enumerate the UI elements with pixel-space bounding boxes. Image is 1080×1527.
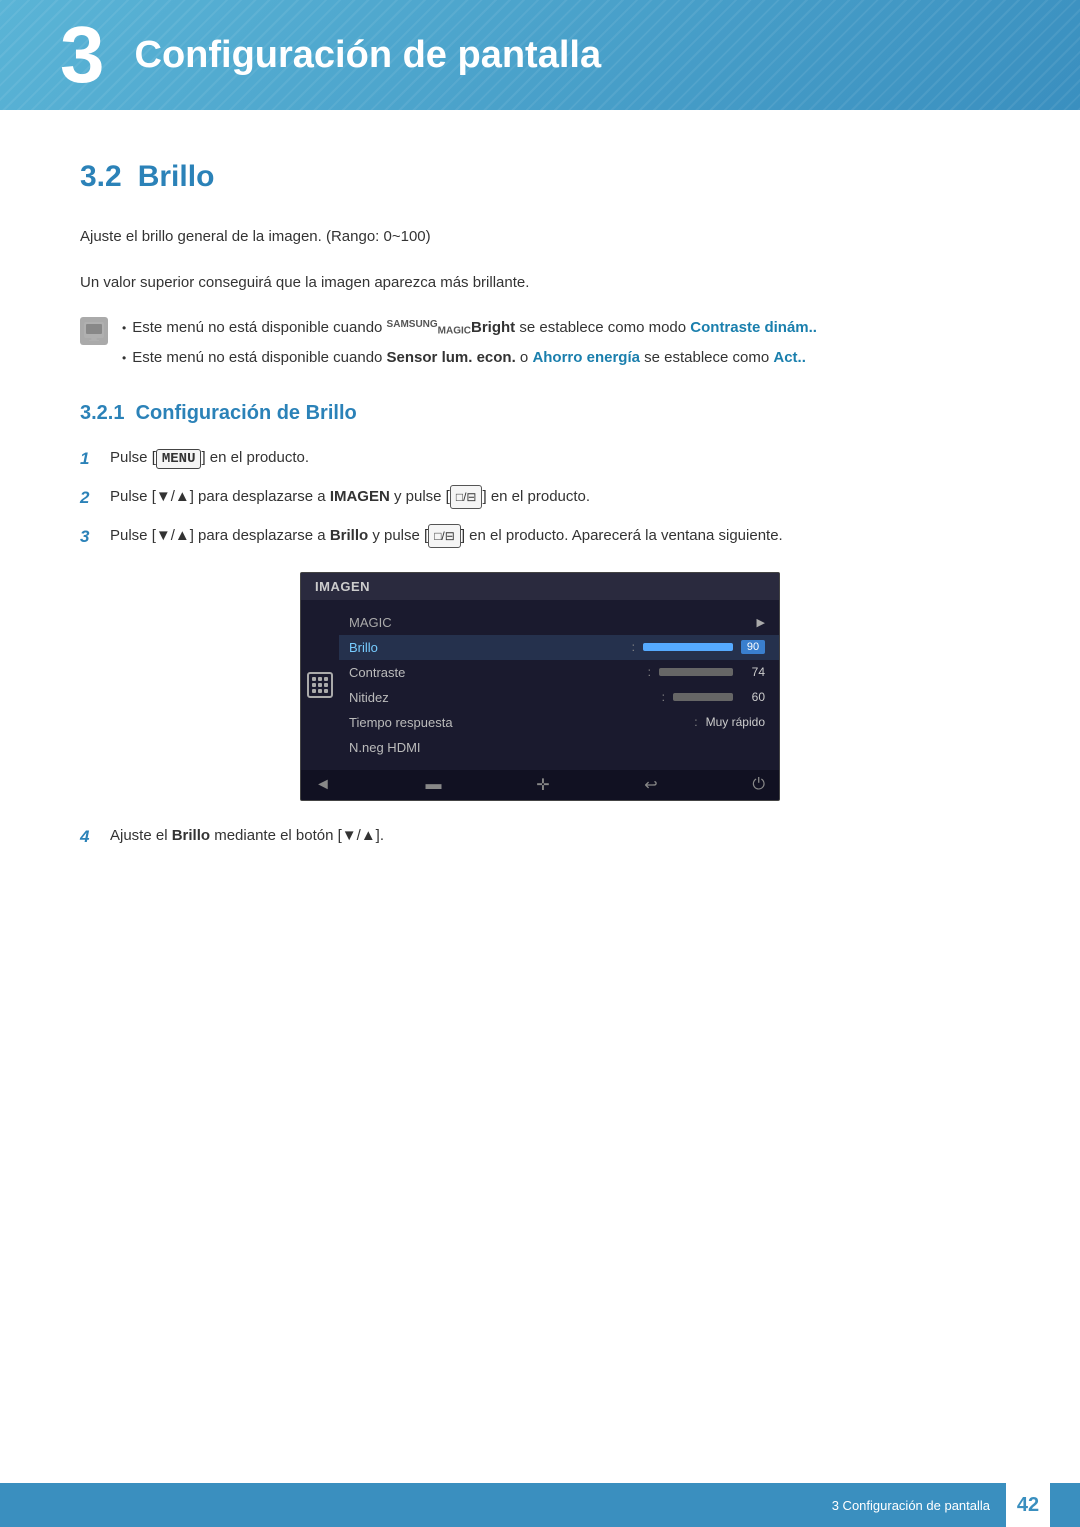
menu-item-contraste: Contraste : 74 (339, 660, 779, 685)
note-block: • Este menú no está disponible cuando SA… (80, 315, 1000, 374)
step-text-1: Pulse [MENU] en el producto. (110, 445, 1000, 472)
step-text-2: Pulse [▼/▲] para desplazarse a IMAGEN y … (110, 484, 1000, 510)
magic-arrow-icon: ▶ (757, 616, 765, 629)
nitidez-bar (673, 693, 733, 701)
footer-icon-power: ⏻ (752, 776, 765, 794)
contraste-colon: : (648, 665, 651, 679)
contraste-bar-container (659, 668, 733, 676)
menu-body: MAGIC ▶ Brillo : 9 (301, 600, 779, 770)
footer-icon-left: ◄ (315, 776, 331, 794)
menu-screenshot: IMAGEN (300, 572, 780, 801)
menu-label-nneg: N.neg HDMI (349, 740, 421, 755)
step-3: 3 Pulse [▼/▲] para desplazarse a Brillo … (80, 523, 1000, 552)
section-heading: Brillo (138, 160, 215, 194)
menu-item-magic: MAGIC ▶ (339, 610, 779, 635)
brillo-value: 90 (741, 640, 765, 654)
desc-text-2: Un valor superior conseguirá que la imag… (80, 270, 1000, 296)
footer-chapter-text: 3 Configuración de pantalla (832, 1498, 990, 1513)
step-text-3: Pulse [▼/▲] para desplazarse a Brillo y … (110, 523, 1000, 549)
menu-item-tiempo: Tiempo respuesta : Muy rápido (339, 710, 779, 735)
step-text-4: Ajuste el Brillo mediante el botón [▼/▲]… (110, 823, 1000, 849)
menu-item-tiempo-left: Tiempo respuesta (349, 715, 453, 730)
description-2: Un valor superior conseguirá que la imag… (80, 270, 1000, 296)
nitidez-bar-container (673, 693, 733, 701)
nitidez-colon: : (662, 690, 665, 704)
chapter-title: Configuración de pantalla (135, 34, 602, 77)
chapter-number: 3 (60, 15, 105, 95)
contraste-value: 74 (741, 665, 765, 679)
menu-item-brillo-right: : 90 (632, 640, 765, 654)
step-2: 2 Pulse [▼/▲] para desplazarse a IMAGEN … (80, 484, 1000, 513)
menu-label-nitidez: Nitidez (349, 690, 389, 705)
page-header: 3 Configuración de pantalla (0, 0, 1080, 110)
menu-item-brillo: Brillo : 90 (339, 635, 779, 660)
menu-label-magic: MAGIC (349, 615, 392, 630)
sidebar-icon (307, 672, 333, 698)
description-1: Ajuste el brillo general de la imagen. (… (80, 224, 1000, 250)
footer-icon-enter: ↩ (644, 775, 657, 795)
menu-label-tiempo: Tiempo respuesta (349, 715, 453, 730)
sidebar-icon-grid (312, 677, 328, 693)
menu-item-nitidez-left: Nitidez (349, 690, 389, 705)
menu-screenshot-header: IMAGEN (301, 573, 779, 600)
menu-item-nneg: N.neg HDMI (339, 735, 779, 760)
menu-item-tiempo-right: : Muy rápido (694, 715, 765, 729)
menu-sidebar (301, 606, 339, 764)
page-footer: 3 Configuración de pantalla 42 (0, 1483, 1080, 1527)
menu-item-magic-right: ▶ (757, 616, 765, 629)
subsection-number: 3.2.1 (80, 402, 124, 424)
note-icon (80, 317, 108, 345)
menu-footer: ◄ ▬ ✛ ↩ ⏻ (301, 770, 779, 800)
note-text-2: Este menú no está disponible cuando Sens… (132, 345, 806, 371)
menu-item-nneg-left: N.neg HDMI (349, 740, 421, 755)
menu-item-contraste-left: Contraste (349, 665, 405, 680)
menu-item-nitidez-right: : 60 (662, 690, 765, 704)
menu-item-contraste-right: : 74 (648, 665, 765, 679)
step-number-1: 1 (80, 445, 98, 474)
note-line-2: • Este menú no está disponible cuando Se… (122, 345, 1000, 371)
subsection-title: 3.2.1 Configuración de Brillo (80, 402, 1000, 425)
note-icon-svg (83, 321, 105, 341)
step-4: 4 Ajuste el Brillo mediante el botón [▼/… (80, 823, 1000, 852)
step-number-2: 2 (80, 484, 98, 513)
menu-items-list: MAGIC ▶ Brillo : 9 (339, 606, 779, 764)
icon-btn-2: □/⊟ (450, 485, 483, 509)
step-number-3: 3 (80, 523, 98, 552)
bullet-2: • (122, 348, 126, 368)
menu-item-magic-left: MAGIC (349, 615, 392, 630)
note-line-1: • Este menú no está disponible cuando SA… (122, 315, 1000, 341)
steps-list: 1 Pulse [MENU] en el producto. 2 Pulse [… (80, 445, 1000, 552)
brillo-colon: : (632, 640, 635, 654)
menu-label-brillo: Brillo (349, 640, 378, 655)
footer-icon-plus: ✛ (536, 775, 549, 795)
bullet-1: • (122, 318, 126, 338)
footer-page-number: 42 (1006, 1483, 1050, 1527)
tiempo-colon: : (694, 715, 697, 729)
footer-icon-minus: ▬ (426, 776, 442, 794)
section-title: 3.2 Brillo (80, 160, 1000, 194)
note-lines: • Este menú no está disponible cuando SA… (122, 315, 1000, 374)
contraste-bar (659, 668, 733, 676)
main-content: 3.2 Brillo Ajuste el brillo general de l… (0, 110, 1080, 942)
menu-kbd: MENU (156, 449, 202, 469)
menu-item-nitidez: Nitidez : 60 (339, 685, 779, 710)
menu-item-brillo-left: Brillo (349, 640, 378, 655)
nitidez-value: 60 (741, 690, 765, 704)
desc-text-1: Ajuste el brillo general de la imagen. (… (80, 224, 1000, 250)
step-number-4: 4 (80, 823, 98, 852)
brillo-bar-container (643, 643, 733, 651)
subsection-heading: Configuración de Brillo (136, 402, 357, 424)
tiempo-value: Muy rápido (706, 715, 765, 729)
icon-btn-3: □/⊟ (428, 524, 461, 548)
step-1: 1 Pulse [MENU] en el producto. (80, 445, 1000, 474)
note-text-1: Este menú no está disponible cuando SAMS… (132, 315, 817, 341)
section-number: 3.2 (80, 160, 122, 194)
brillo-bar (643, 643, 733, 651)
menu-label-contraste: Contraste (349, 665, 405, 680)
